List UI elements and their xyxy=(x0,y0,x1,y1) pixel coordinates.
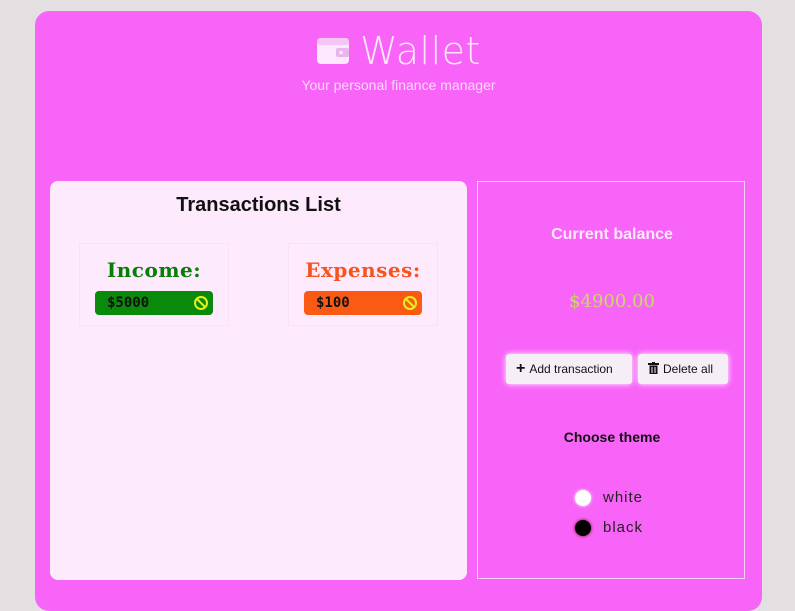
balance-title: Current balance xyxy=(551,226,673,243)
wallet-icon xyxy=(316,36,350,66)
theme-option-black[interactable]: black xyxy=(575,519,643,536)
trash-icon xyxy=(648,361,659,377)
balance-panel: Current balance $4900.00 + Add transacti… xyxy=(477,181,745,579)
income-item: $5000 xyxy=(95,291,213,315)
add-transaction-label: Add transaction xyxy=(529,362,613,376)
balance-value: $4900.00 xyxy=(569,291,655,312)
title-row: Wallet xyxy=(35,29,762,73)
white-radio[interactable] xyxy=(575,489,591,506)
transactions-title: Transactions List xyxy=(176,194,341,216)
theme-title: Choose theme xyxy=(563,429,661,445)
delete-all-button[interactable]: Delete all xyxy=(638,354,728,384)
delete-expense-icon[interactable] xyxy=(402,295,418,311)
expenses-column: Expenses: $100 xyxy=(288,243,438,326)
app-subtitle: Your personal finance manager xyxy=(301,77,496,93)
header: Wallet Your personal finance manager xyxy=(35,29,762,93)
black-radio[interactable] xyxy=(575,519,591,536)
theme-black-label: black xyxy=(603,519,644,536)
income-amount: $5000 xyxy=(107,295,150,311)
income-column: Income: $5000 xyxy=(79,243,229,326)
theme-option-white[interactable]: white xyxy=(575,489,643,506)
expenses-label: Expenses: xyxy=(305,258,421,282)
theme-white-label: white xyxy=(603,489,644,506)
income-label: Income: xyxy=(106,258,202,282)
delete-income-icon[interactable] xyxy=(193,295,209,311)
expense-item: $100 xyxy=(304,291,422,315)
add-transaction-button[interactable]: + Add transaction xyxy=(506,354,632,384)
app-title: Wallet xyxy=(360,29,481,73)
transactions-panel: Transactions List Income: $5000 Expenses… xyxy=(50,181,467,580)
app-container: Wallet Your personal finance manager Tra… xyxy=(35,11,762,611)
plus-icon: + xyxy=(516,360,526,377)
delete-all-label: Delete all xyxy=(663,362,714,376)
expense-amount: $100 xyxy=(316,295,350,311)
